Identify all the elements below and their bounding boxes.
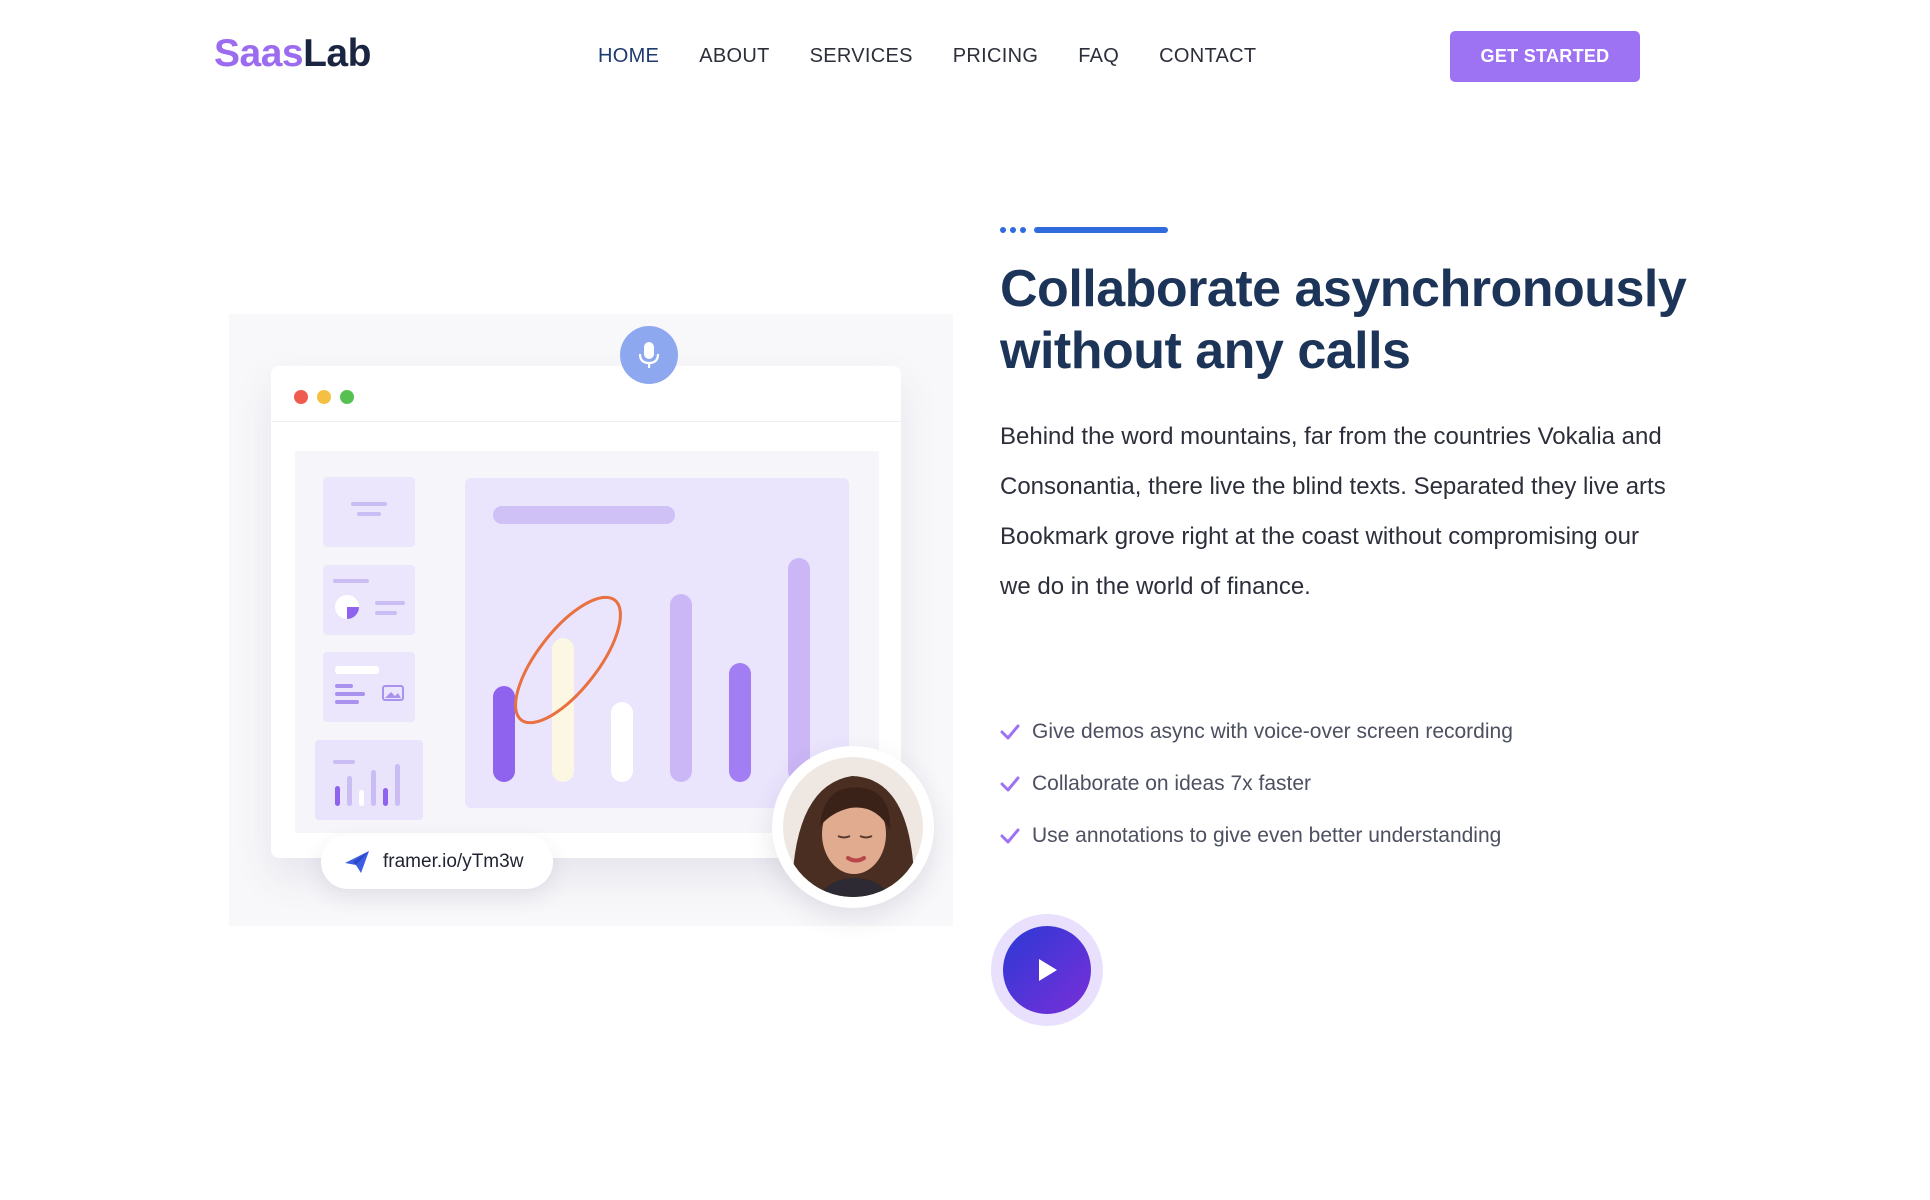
share-link-text: framer.io/yTm3w — [383, 851, 524, 872]
sidebar-card-image — [323, 652, 415, 722]
play-video-button[interactable] — [991, 914, 1103, 1026]
hero-illustration: framer.io/yTm3w — [229, 314, 953, 926]
avatar — [772, 746, 934, 908]
nav-item-faq[interactable]: FAQ — [1078, 42, 1119, 70]
feature-item: Collaborate on ideas 7x faster — [1000, 758, 1513, 810]
nav-item-pricing[interactable]: PRICING — [953, 42, 1038, 70]
check-icon — [1000, 776, 1020, 792]
window-minimize-dot — [317, 390, 331, 404]
feature-item: Give demos async with voice-over screen … — [1000, 706, 1513, 758]
window-maximize-dot — [340, 390, 354, 404]
site-header: SaasLab HOME ABOUT SERVICES PRICING FAQ … — [0, 0, 1930, 112]
microphone-button[interactable] — [620, 326, 678, 384]
hero-description-line: we do in the world of finance. — [1000, 573, 1311, 600]
nav-item-about[interactable]: ABOUT — [699, 42, 769, 70]
nav-item-contact[interactable]: CONTACT — [1159, 42, 1256, 70]
logo-part-saas: Saas — [214, 32, 304, 75]
main-nav: HOME ABOUT SERVICES PRICING FAQ CONTACT — [598, 42, 1296, 70]
nav-item-services[interactable]: SERVICES — [810, 42, 913, 70]
hero-description-paragraph: Behind the word mountains, far from the … — [1000, 423, 1666, 550]
sidebar-card-pie — [323, 565, 415, 635]
get-started-button[interactable]: GET STARTED — [1450, 31, 1640, 82]
play-icon — [1039, 959, 1057, 981]
text-lines-icon — [351, 502, 387, 516]
feature-text: Use annotations to give even better unde… — [1032, 824, 1502, 847]
image-card-icon — [335, 666, 404, 704]
hero-description: Behind the word mountains, far from the … — [1000, 412, 1710, 612]
check-icon — [1000, 724, 1020, 740]
mini-bar-chart-icon — [333, 760, 400, 806]
feature-text: Give demos async with voice-over screen … — [1032, 720, 1513, 743]
sidebar-card-text — [323, 477, 415, 547]
nav-item-home[interactable]: HOME — [598, 42, 659, 70]
pie-chart-icon — [333, 579, 405, 619]
window-close-dot — [294, 390, 308, 404]
logo-part-lab: Lab — [303, 32, 371, 75]
hero-headline: Collaborate asynchronously without any c… — [1000, 260, 1687, 380]
check-icon — [1000, 828, 1020, 844]
section-accent-divider — [1000, 227, 1168, 233]
sidebar-card-bars — [315, 740, 423, 820]
play-button-core — [1003, 926, 1091, 1014]
share-link-pill[interactable]: framer.io/yTm3w — [321, 835, 553, 889]
logo[interactable]: SaasLab — [214, 31, 371, 77]
window-titlebar — [271, 366, 901, 422]
microphone-icon — [638, 342, 660, 368]
feature-text: Collaborate on ideas 7x faster — [1032, 772, 1311, 795]
feature-list: Give demos async with voice-over screen … — [1000, 706, 1513, 862]
avatar-photo — [783, 757, 923, 897]
send-icon — [345, 851, 369, 873]
feature-item: Use annotations to give even better unde… — [1000, 810, 1513, 862]
